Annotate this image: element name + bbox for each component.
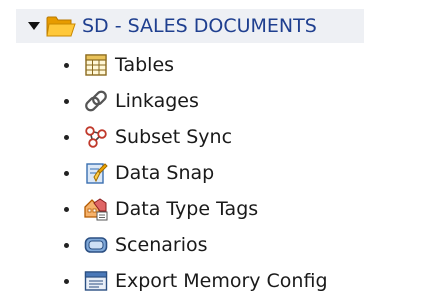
tree-item-label: Linkages xyxy=(115,90,199,112)
tree-root-label: SD - SALES DOCUMENTS xyxy=(82,15,317,37)
tree-item-data-snap[interactable]: Data Snap xyxy=(64,155,424,191)
tree-item-linkages[interactable]: Linkages xyxy=(64,83,424,119)
sales-documents-tree: SD - SALES DOCUMENTS Tables Linkages Sub… xyxy=(0,0,430,297)
tree-item-label: Tables xyxy=(115,54,175,76)
tree-item-subset-sync[interactable]: Subset Sync xyxy=(64,119,424,155)
tree-item-export-memory-config[interactable]: Export Memory Config xyxy=(64,263,424,299)
bullet-icon xyxy=(64,62,69,68)
tree-item-label: Scenarios xyxy=(115,234,208,256)
scenarios-icon xyxy=(83,232,109,258)
expand-collapse-triangle-icon[interactable] xyxy=(24,9,44,43)
tree-node-sd-sales-documents[interactable]: SD - SALES DOCUMENTS xyxy=(16,9,364,43)
bullet-icon xyxy=(64,98,69,104)
bullet-icon xyxy=(64,278,69,284)
data-snap-icon xyxy=(83,160,109,186)
table-icon xyxy=(83,52,109,78)
tree-item-label: Data Snap xyxy=(115,162,215,184)
subset-sync-icon xyxy=(83,124,109,150)
bullet-icon xyxy=(64,242,69,248)
tree-item-scenarios[interactable]: Scenarios xyxy=(64,227,424,263)
export-memory-config-icon xyxy=(83,268,109,294)
tree-item-label: Export Memory Config xyxy=(115,270,328,292)
tree-item-label: Data Type Tags xyxy=(115,198,259,220)
tree-item-tables[interactable]: Tables xyxy=(64,47,424,83)
bullet-icon xyxy=(64,170,69,176)
bullet-icon xyxy=(64,206,69,212)
bullet-icon xyxy=(64,134,69,140)
tree-item-data-type-tags[interactable]: Data Type Tags xyxy=(64,191,424,227)
link-icon xyxy=(83,88,109,114)
tree-item-label: Subset Sync xyxy=(115,126,233,148)
tree-children: Tables Linkages Subset Sync Data Snap Da… xyxy=(64,47,424,299)
folder-open-icon xyxy=(46,13,78,39)
data-type-tags-icon xyxy=(83,196,109,222)
